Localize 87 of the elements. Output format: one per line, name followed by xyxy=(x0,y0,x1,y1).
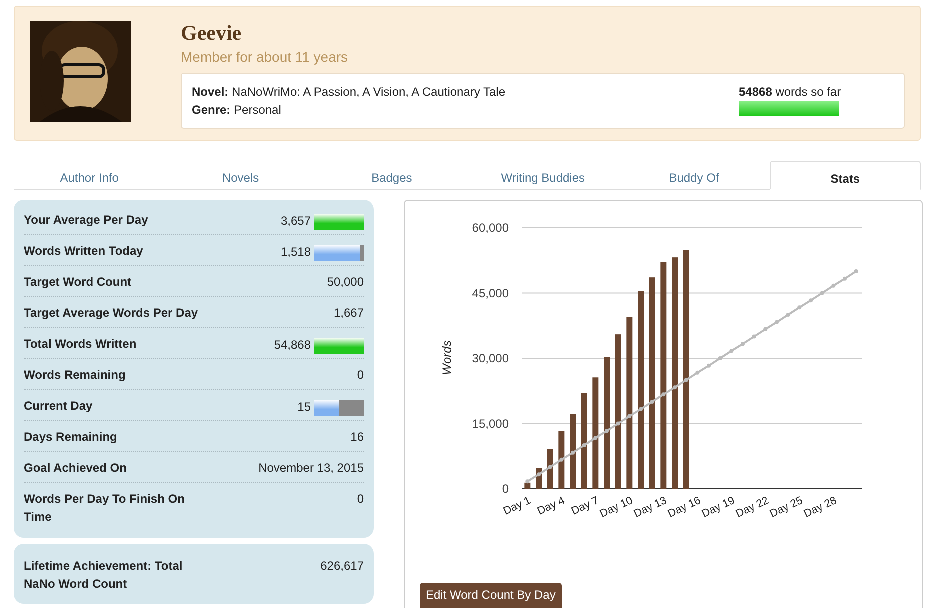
axis-tick-label: Day 22 xyxy=(734,494,771,520)
point xyxy=(571,450,575,455)
tab[interactable]: Writing Buddies xyxy=(468,161,619,189)
stat-label: Days Remaining xyxy=(24,429,118,446)
axis-tick-label: Day 1 xyxy=(502,494,533,518)
point xyxy=(537,472,541,477)
stat-value: 0 xyxy=(357,491,364,508)
tab[interactable]: Badges xyxy=(316,161,468,189)
stat-label: Goal Achieved On xyxy=(24,460,127,477)
stat-value: 1,667 xyxy=(334,305,364,322)
stat-label: Words Remaining xyxy=(24,367,126,384)
axis-tick-label: Day 25 xyxy=(768,494,805,520)
stat-label: Words Per Day To Finish On Time xyxy=(24,491,186,526)
point xyxy=(809,298,813,303)
point xyxy=(786,313,790,317)
point xyxy=(526,480,530,484)
point xyxy=(764,327,768,332)
axis-tick-label: 60,000 xyxy=(472,221,509,235)
tab[interactable]: Stats xyxy=(770,161,922,190)
axis-tick-label: 45,000 xyxy=(472,286,509,300)
axis-tick-label: Day 16 xyxy=(666,494,703,520)
point xyxy=(684,378,688,382)
point xyxy=(662,392,666,397)
stat-label: Your Average Per Day xyxy=(24,212,148,229)
axis-tick-label: Day 10 xyxy=(598,494,635,520)
axis-tick-label: Day 13 xyxy=(632,494,669,520)
novel-title: Novel: NaNoWriMo: A Passion, A Vision, A Cautionary Tale xyxy=(192,84,506,101)
tab[interactable]: Buddy Of xyxy=(618,161,770,189)
point xyxy=(594,436,598,440)
stat-value: 15 xyxy=(298,399,311,416)
point xyxy=(696,370,700,375)
point xyxy=(741,342,745,346)
stat-label: Target Word Count xyxy=(24,274,132,291)
axis-tick-label: 15,000 xyxy=(472,416,509,431)
stat-value: 50,000 xyxy=(327,274,364,291)
point xyxy=(820,291,824,296)
point xyxy=(730,349,734,354)
point xyxy=(707,364,711,368)
meter xyxy=(314,214,364,230)
tab[interactable]: Novels xyxy=(165,161,316,189)
stat-value: 16 xyxy=(350,429,364,446)
meter xyxy=(314,400,364,416)
point xyxy=(775,320,779,324)
meter xyxy=(314,245,364,261)
axis-title: Words xyxy=(440,340,454,376)
point xyxy=(718,356,722,360)
axis-tick-label: 30,000 xyxy=(472,352,509,366)
edit-word-count-button[interactable]: Edit Word Count By Day xyxy=(420,583,562,608)
point xyxy=(650,400,654,404)
author-name: Geevie xyxy=(181,23,243,44)
bar xyxy=(547,449,554,489)
stat-label: Target Average Words Per Day xyxy=(24,305,198,322)
stat-label: Words Written Today xyxy=(24,243,144,260)
stat-label: Total Words Written xyxy=(24,336,137,353)
stat-value: 626,617 xyxy=(320,558,364,575)
stat-label: Current Day xyxy=(24,398,93,415)
axis-tick-label: Day 19 xyxy=(700,494,737,520)
point xyxy=(639,407,643,412)
stat-value: 1,518 xyxy=(280,244,311,261)
point xyxy=(843,276,847,281)
axis-tick-label: 0 xyxy=(502,482,509,496)
point xyxy=(628,414,632,418)
axis-tick-label: Day 4 xyxy=(536,494,567,518)
point xyxy=(560,458,564,462)
stat-label: Lifetime Achievement: Total NaNo Word Count xyxy=(24,558,184,593)
tab[interactable]: Author Info xyxy=(14,161,166,189)
stat-value: 3,657 xyxy=(280,213,311,230)
point xyxy=(832,284,836,288)
stat-value: 54,868 xyxy=(274,337,311,354)
meter xyxy=(314,338,364,354)
axis-tick-label: Day 28 xyxy=(802,494,839,520)
novel-genre: Genre: Personal xyxy=(192,102,282,119)
point xyxy=(616,422,620,426)
bar xyxy=(558,431,565,489)
point xyxy=(605,429,609,434)
membership-text: Member for about 11 years xyxy=(181,48,350,67)
word-count-text: 54868 words so far xyxy=(739,84,842,101)
point xyxy=(752,334,756,339)
point xyxy=(673,386,677,390)
point xyxy=(548,465,552,470)
axis-tick-label: Day 7 xyxy=(570,494,601,518)
point xyxy=(582,444,586,448)
point xyxy=(854,270,858,274)
bar xyxy=(524,482,531,489)
point xyxy=(798,306,802,310)
stat-value: 0 xyxy=(357,367,364,384)
stat-value: November 13, 2015 xyxy=(258,460,364,477)
